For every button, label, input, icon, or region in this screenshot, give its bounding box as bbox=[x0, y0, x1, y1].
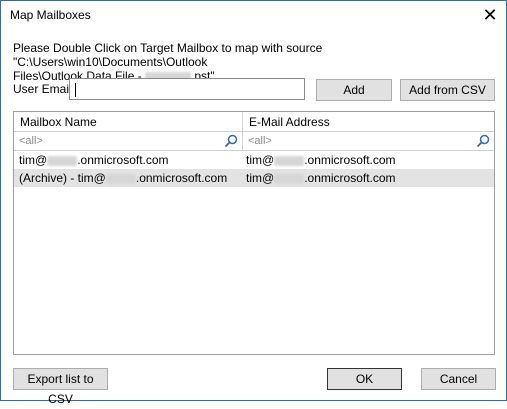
redacted-domain bbox=[47, 155, 78, 166]
mailbox-name-suffix: .onmicrosoft.com bbox=[135, 171, 228, 185]
email-address-filter[interactable]: <all> bbox=[243, 132, 494, 151]
email-address-filter-placeholder: <all> bbox=[248, 135, 272, 147]
mailbox-name-suffix: .onmicrosoft.com bbox=[77, 153, 169, 167]
email-prefix: tim@ bbox=[246, 171, 275, 185]
user-email-label: User Email bbox=[13, 82, 72, 96]
search-icon[interactable] bbox=[476, 134, 490, 148]
user-email-input[interactable] bbox=[69, 78, 305, 100]
redacted-domain bbox=[274, 173, 305, 184]
email-address-cell: tim@ .onmicrosoft.com bbox=[246, 169, 396, 187]
table-row[interactable]: (Archive) - tim@ .onmicrosoft.com tim@ .on… bbox=[14, 169, 494, 187]
instructions-text: Please Double Click on Target Mailbox to… bbox=[13, 41, 493, 83]
title-bar: Map Mailboxes ✕ bbox=[1, 1, 506, 31]
window-title: Map Mailboxes bbox=[10, 8, 91, 22]
ok-button[interactable]: OK bbox=[327, 368, 402, 390]
mailbox-name-filter[interactable]: <all> bbox=[14, 132, 243, 151]
table-row[interactable]: tim@ .onmicrosoft.com tim@ .onmicrosoft.co… bbox=[14, 151, 494, 169]
email-suffix: .onmicrosoft.com bbox=[304, 171, 396, 185]
export-list-to-csv-button[interactable]: Export list to CSV bbox=[13, 368, 108, 406]
column-header-email-address[interactable]: E-Mail Address bbox=[243, 112, 494, 132]
email-prefix: tim@ bbox=[246, 153, 275, 167]
redacted-domain bbox=[274, 155, 305, 166]
cancel-button[interactable]: Cancel bbox=[421, 368, 496, 390]
redacted-domain bbox=[105, 173, 136, 184]
add-button[interactable]: Add bbox=[316, 79, 392, 101]
column-header-mailbox-name[interactable]: Mailbox Name bbox=[14, 112, 243, 132]
mailbox-grid: Mailbox Name E-Mail Address <all> <all> … bbox=[13, 111, 495, 355]
close-icon[interactable]: ✕ bbox=[480, 5, 500, 25]
mailbox-name-prefix: tim@ bbox=[19, 153, 48, 167]
mailbox-name-prefix: (Archive) - tim@ bbox=[19, 171, 106, 185]
mailbox-name-filter-placeholder: <all> bbox=[19, 135, 43, 147]
search-icon[interactable] bbox=[224, 134, 238, 148]
text-caret bbox=[75, 83, 76, 97]
map-mailboxes-dialog: Map Mailboxes ✕ Please Double Click on T… bbox=[0, 0, 507, 406]
email-suffix: .onmicrosoft.com bbox=[304, 153, 396, 167]
add-from-csv-button[interactable]: Add from CSV bbox=[400, 79, 495, 101]
mailbox-name-cell: tim@ .onmicrosoft.com bbox=[19, 151, 169, 169]
email-address-cell: tim@ .onmicrosoft.com bbox=[246, 151, 396, 169]
mailbox-name-cell: (Archive) - tim@ .onmicrosoft.com bbox=[19, 169, 227, 187]
instructions-line1: Please Double Click on Target Mailbox to… bbox=[13, 41, 323, 69]
